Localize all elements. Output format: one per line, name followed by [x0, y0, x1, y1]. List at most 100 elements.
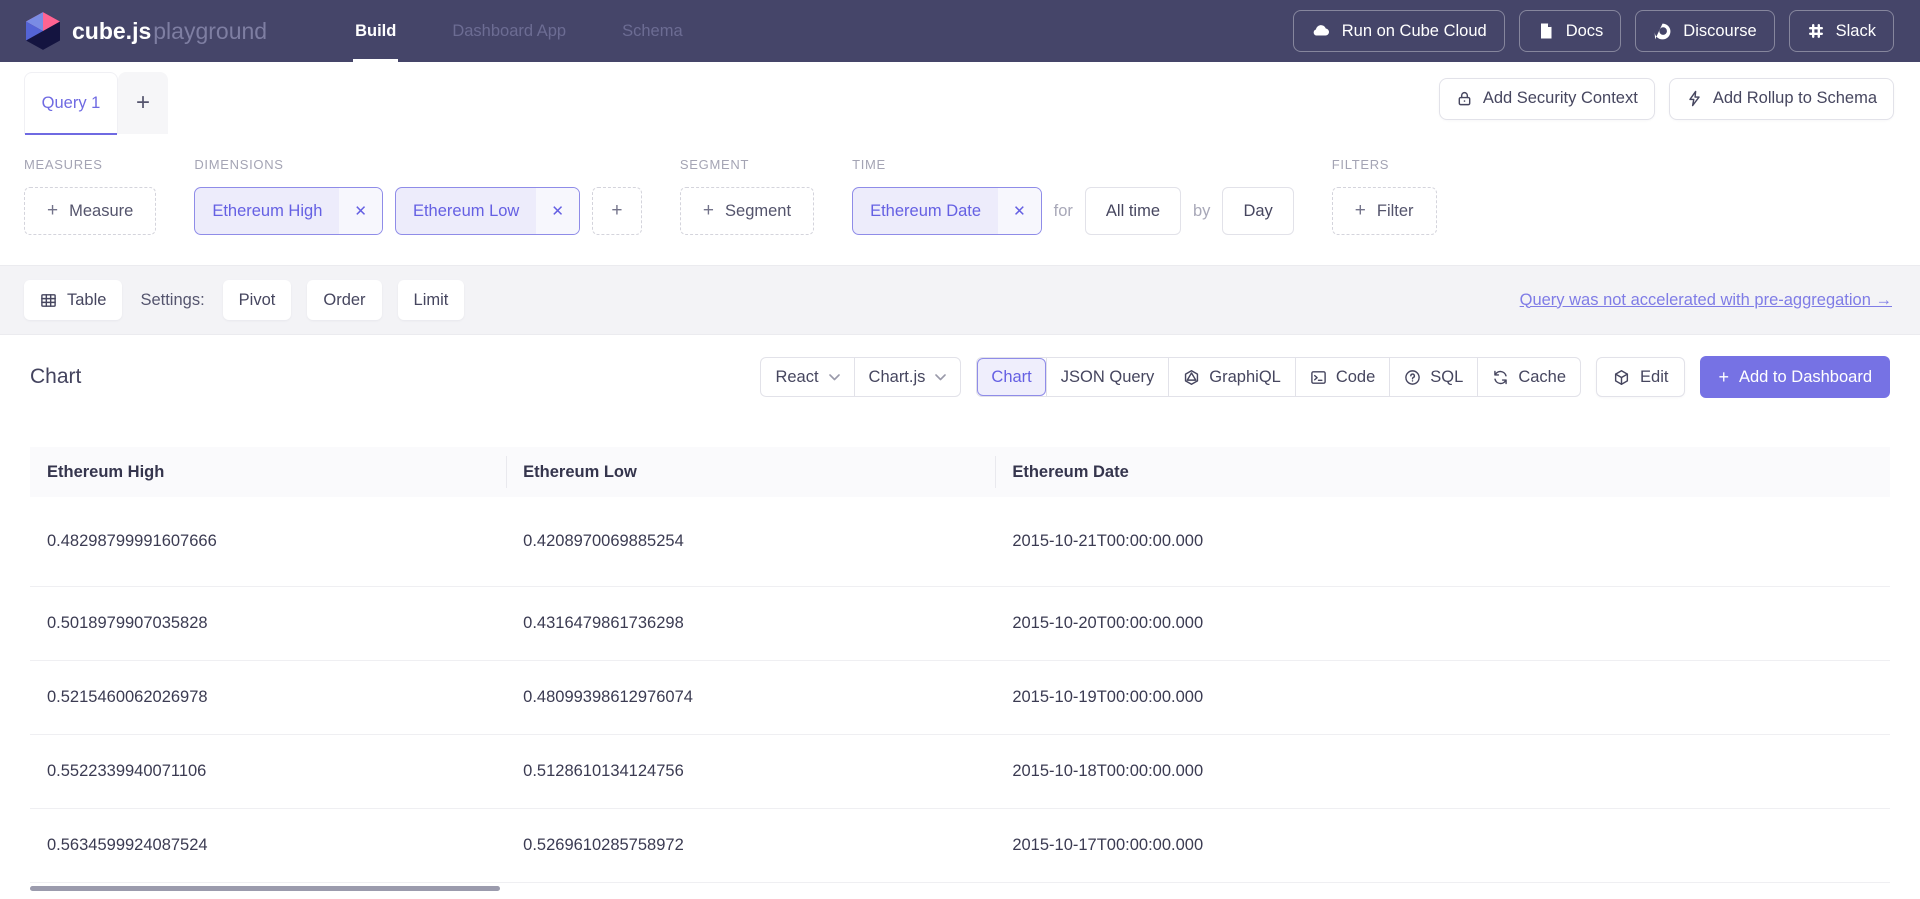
view-tab-chart[interactable]: Chart: [977, 358, 1045, 396]
filters-section: FILTERS + Filter: [1332, 157, 1437, 235]
cloud-icon: [1311, 21, 1331, 41]
column-header-ethereum-high[interactable]: Ethereum High: [30, 447, 506, 497]
segment-label: SEGMENT: [680, 157, 814, 172]
date-range-select[interactable]: All time: [1085, 187, 1181, 235]
slack-label: Slack: [1836, 22, 1876, 41]
pre-aggregation-link[interactable]: Query was not accelerated with pre-aggre…: [1520, 291, 1892, 310]
query-builder: MEASURES + Measure DIMENSIONS Ethereum H…: [0, 135, 1920, 265]
time-label: TIME: [852, 157, 1294, 172]
cubejs-logo: cube.jsplayground: [26, 12, 267, 50]
add-security-context-button[interactable]: Add Security Context: [1439, 78, 1655, 120]
library-select[interactable]: Chart.js: [854, 358, 961, 396]
add-filter-button[interactable]: + Filter: [1332, 187, 1437, 235]
view-tab-code-label: Code: [1336, 368, 1375, 387]
column-header-ethereum-low[interactable]: Ethereum Low: [506, 447, 995, 497]
cell-ethereum-date: 2015-10-20T00:00:00.000: [995, 587, 1890, 660]
bolt-icon: [1686, 90, 1703, 107]
time-dimension-chip-ethereum-date[interactable]: Ethereum Date ✕: [852, 187, 1042, 235]
dimension-chip-ethereum-low[interactable]: Ethereum Low ✕: [395, 187, 580, 235]
dimensions-section: DIMENSIONS Ethereum High ✕ Ethereum Low …: [194, 157, 642, 235]
for-text: for: [1054, 202, 1073, 221]
table-horizontal-scrollbar-thumb[interactable]: [30, 886, 500, 891]
settings-bar: Table Settings: Pivot Order Limit Query …: [0, 265, 1920, 335]
discourse-button[interactable]: Discourse: [1635, 10, 1774, 52]
document-icon: [1537, 22, 1555, 40]
view-tabs: Chart JSON Query GraphiQL Code: [976, 357, 1581, 397]
add-rollup-to-schema-button[interactable]: Add Rollup to Schema: [1669, 78, 1894, 120]
plus-icon: +: [703, 200, 714, 222]
discourse-label: Discourse: [1683, 22, 1756, 41]
order-button[interactable]: Order: [307, 280, 381, 320]
close-icon[interactable]: ✕: [536, 188, 579, 234]
view-tab-graphiql-label: GraphiQL: [1209, 368, 1281, 387]
table-row: 0.5215460062026978 0.48099398612976074 2…: [30, 661, 1890, 735]
close-icon[interactable]: ✕: [998, 188, 1041, 234]
plus-icon: +: [1355, 200, 1366, 222]
column-header-ethereum-date[interactable]: Ethereum Date: [995, 447, 1890, 497]
chip-label: Ethereum High: [195, 188, 339, 234]
cell-ethereum-high: 0.48298799991607666: [30, 497, 506, 586]
time-section: TIME Ethereum Date ✕ for All time by Day: [852, 157, 1294, 235]
view-tab-cache[interactable]: Cache: [1477, 358, 1580, 396]
table-row: 0.5018979907035828 0.4316479861736298 20…: [30, 587, 1890, 661]
chart-panel: Chart React Chart.js Chart JSO: [0, 335, 1920, 883]
add-filter-label: Filter: [1377, 202, 1414, 221]
cell-ethereum-high: 0.5634599924087524: [30, 809, 506, 882]
chevron-down-icon: [829, 374, 840, 381]
nav-tab-build[interactable]: Build: [327, 0, 424, 62]
chart-type-table-button[interactable]: Table: [24, 280, 122, 320]
nav-tab-dashboard-app[interactable]: Dashboard App: [424, 0, 594, 62]
add-segment-button[interactable]: + Segment: [680, 187, 814, 235]
settings-label: Settings:: [140, 291, 204, 310]
nav-tab-schema[interactable]: Schema: [594, 0, 711, 62]
docs-label: Docs: [1566, 22, 1604, 41]
framework-library-selects: React Chart.js: [760, 357, 961, 397]
query-tab-1[interactable]: Query 1: [24, 72, 118, 134]
plus-icon: +: [1718, 367, 1729, 388]
view-tab-code[interactable]: Code: [1295, 358, 1389, 396]
add-to-dashboard-label: Add to Dashboard: [1739, 368, 1872, 387]
question-circle-icon: [1404, 369, 1421, 386]
close-icon[interactable]: ✕: [339, 188, 382, 234]
add-to-dashboard-button[interactable]: + Add to Dashboard: [1700, 356, 1890, 398]
run-on-cube-cloud-label: Run on Cube Cloud: [1342, 22, 1487, 41]
query-tab-bar: Query 1 + Add Security Context Add Rollu…: [0, 62, 1920, 135]
chart-panel-title: Chart: [30, 365, 81, 389]
library-select-value: Chart.js: [869, 368, 926, 387]
view-tab-graphiql[interactable]: GraphiQL: [1168, 358, 1295, 396]
by-text: by: [1193, 202, 1210, 221]
framework-select[interactable]: React: [761, 358, 853, 396]
run-on-cube-cloud-button[interactable]: Run on Cube Cloud: [1293, 10, 1505, 52]
docs-button[interactable]: Docs: [1519, 10, 1622, 52]
plus-icon: +: [611, 200, 622, 222]
measures-label: MEASURES: [24, 157, 156, 172]
slack-button[interactable]: Slack: [1789, 10, 1894, 52]
cell-ethereum-date: 2015-10-18T00:00:00.000: [995, 735, 1890, 808]
segment-section: SEGMENT + Segment: [680, 157, 814, 235]
table-row: 0.48298799991607666 0.4208970069885254 2…: [30, 497, 1890, 587]
cell-ethereum-high: 0.5522339940071106: [30, 735, 506, 808]
measures-section: MEASURES + Measure: [24, 157, 156, 235]
add-segment-label: Segment: [725, 202, 791, 221]
graphql-icon: [1183, 369, 1200, 386]
add-dimension-button[interactable]: +: [592, 187, 642, 235]
dimension-chip-ethereum-high[interactable]: Ethereum High ✕: [194, 187, 383, 235]
limit-button[interactable]: Limit: [398, 280, 465, 320]
plus-icon: +: [136, 89, 150, 117]
view-tab-json-query[interactable]: JSON Query: [1046, 358, 1169, 396]
plus-icon: +: [47, 200, 58, 222]
cell-ethereum-low: 0.4208970069885254: [506, 497, 995, 586]
cell-ethereum-low: 0.4316479861736298: [506, 587, 995, 660]
chip-label: Ethereum Low: [396, 188, 536, 234]
granularity-select[interactable]: Day: [1222, 187, 1293, 235]
chevron-down-icon: [935, 374, 946, 381]
edit-button[interactable]: Edit: [1596, 357, 1685, 397]
slack-icon: [1807, 22, 1825, 40]
table-button-label: Table: [67, 291, 106, 310]
add-measure-button[interactable]: + Measure: [24, 187, 156, 235]
framework-select-value: React: [775, 368, 818, 387]
pivot-button[interactable]: Pivot: [223, 280, 292, 320]
add-query-tab-button[interactable]: +: [118, 72, 168, 134]
view-tab-sql[interactable]: SQL: [1389, 358, 1477, 396]
add-measure-label: Measure: [69, 202, 133, 221]
